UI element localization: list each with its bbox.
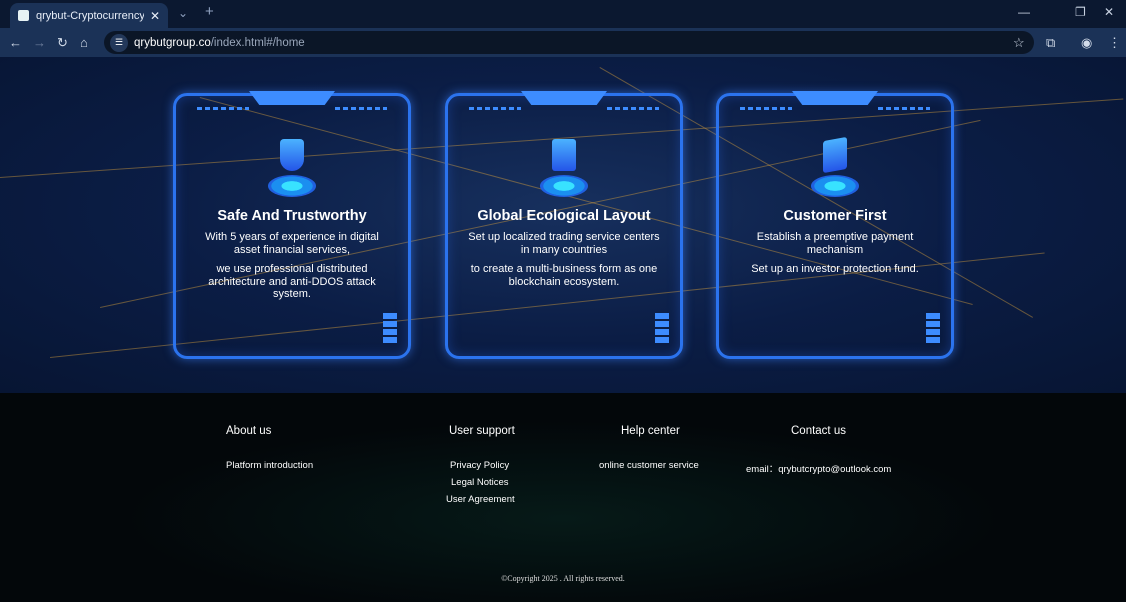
home-icon[interactable]: ⌂ <box>80 35 88 50</box>
minimize-icon[interactable]: — <box>1018 5 1030 19</box>
building-icon <box>538 137 590 197</box>
back-icon[interactable]: ← <box>9 35 22 50</box>
tab-title: qrybut-Cryptocurrency exchange <box>36 9 144 22</box>
card-title: Global Ecological Layout <box>477 208 651 224</box>
feature-card: Global Ecological Layout Set up localize… <box>445 91 683 359</box>
card-text: Set up an investor protection fund. <box>751 263 919 275</box>
footer-heading-about: About us <box>226 425 272 437</box>
restore-icon[interactable]: ❐ <box>1075 5 1086 19</box>
card-title: Safe And Trustworthy <box>217 208 367 224</box>
browser-toolbar: ← → ↻ ⌂ ☰ qrybutgroup.co/index.html#/hom… <box>0 28 1126 57</box>
card-text: to create a multi-business form as one b… <box>470 263 658 288</box>
tab-bar: qrybut-Cryptocurrency exchange ✕ ⌄ + — ❐… <box>0 0 1126 28</box>
card-text: Establish a preemptive payment mechanism <box>756 231 914 256</box>
copyright: ©Copyright 2025 . All rights reserved. <box>501 574 625 583</box>
address-bar[interactable]: ☰ qrybutgroup.co/index.html#/home <box>104 31 1034 54</box>
bookmark-star-icon[interactable]: ☆ <box>1013 35 1025 51</box>
footer: About us Platform introduction User supp… <box>0 393 1126 602</box>
new-tab-icon[interactable]: + <box>205 3 214 20</box>
card-text: we use professional distributed architec… <box>208 263 376 300</box>
contact-email: email：qrybutcrypto@outlook.com <box>746 464 892 475</box>
reload-icon[interactable]: ↻ <box>57 35 68 51</box>
link-online-customer-service[interactable]: online customer service <box>599 460 699 471</box>
close-tab-icon[interactable]: ✕ <box>150 9 160 23</box>
browser-tab[interactable]: qrybut-Cryptocurrency exchange ✕ <box>10 3 168 28</box>
card-title: Customer First <box>783 208 887 224</box>
footer-heading-help: Help center <box>621 425 680 437</box>
shield-icon <box>266 137 318 197</box>
profile-icon[interactable]: ◉ <box>1081 35 1092 51</box>
feature-card: Customer First Establish a preemptive pa… <box>716 91 954 359</box>
link-platform-introduction[interactable]: Platform introduction <box>226 460 313 471</box>
footer-heading-contact: Contact us <box>791 425 846 437</box>
card-text: Set up localized trading service centers… <box>468 231 660 256</box>
url-path: /index.html#/home <box>210 36 305 49</box>
forward-icon[interactable]: → <box>33 35 46 50</box>
footer-heading-support: User support <box>449 425 515 437</box>
link-user-agreement[interactable]: User Agreement <box>446 494 515 505</box>
link-privacy-policy[interactable]: Privacy Policy <box>450 460 509 471</box>
tab-search-icon[interactable]: ⌄ <box>178 6 188 20</box>
menu-icon[interactable]: ⋮ <box>1108 35 1121 51</box>
features-section: Safe And Trustworthy With 5 years of exp… <box>0 57 1126 393</box>
site-info-icon[interactable]: ☰ <box>110 33 128 52</box>
link-legal-notices[interactable]: Legal Notices <box>451 477 509 488</box>
url-host: qrybutgroup.co <box>134 36 211 49</box>
feature-card: Safe And Trustworthy With 5 years of exp… <box>173 91 411 359</box>
card-text: With 5 years of experience in digital as… <box>205 231 379 256</box>
extensions-icon[interactable]: ⧉ <box>1046 35 1055 51</box>
favicon-icon <box>18 10 29 21</box>
cards-icon <box>809 136 861 197</box>
close-window-icon[interactable]: ✕ <box>1104 5 1114 19</box>
